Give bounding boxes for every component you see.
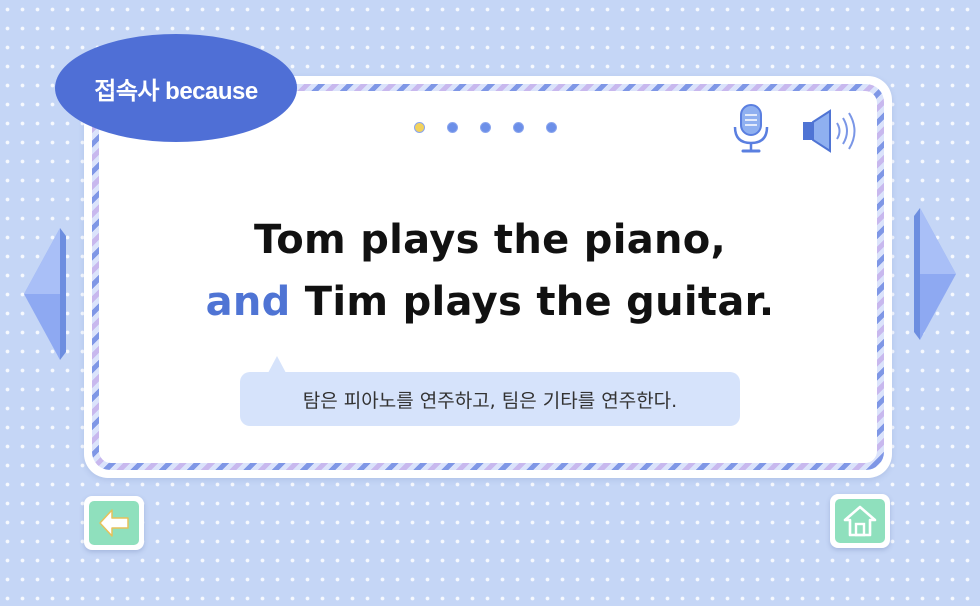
sentence-second-clause: Tim plays the guitar. bbox=[290, 279, 775, 325]
home-button[interactable] bbox=[830, 494, 890, 548]
conjunction-word: and bbox=[205, 279, 291, 325]
chevron-right-icon bbox=[914, 208, 956, 340]
back-button-face bbox=[89, 501, 139, 545]
home-button-face bbox=[835, 499, 885, 543]
previous-page-button[interactable] bbox=[20, 226, 68, 362]
sentence-line-2: and Tim plays the guitar. bbox=[150, 279, 830, 325]
translation-bubble-tail bbox=[268, 356, 286, 373]
arrow-left-icon bbox=[99, 509, 129, 537]
home-icon bbox=[843, 505, 877, 537]
back-button[interactable] bbox=[84, 496, 144, 550]
sentence-line-1: Tom plays the piano, bbox=[150, 217, 830, 263]
translation-text: 탐은 피아노를 연주하고, 팀은 기타를 연주한다. bbox=[302, 389, 678, 412]
topic-badge: 접속사 because bbox=[55, 34, 297, 142]
translation-bubble: 탐은 피아노를 연주하고, 팀은 기타를 연주한다. bbox=[240, 372, 740, 426]
progress-dot-4[interactable] bbox=[513, 122, 524, 133]
next-page-button[interactable] bbox=[912, 206, 960, 342]
topic-badge-label: 접속사 because bbox=[94, 77, 258, 105]
speaker-icon[interactable] bbox=[800, 108, 862, 154]
chevron-left-icon bbox=[24, 228, 66, 360]
progress-dot-1[interactable] bbox=[414, 122, 425, 133]
progress-dot-5[interactable] bbox=[546, 122, 557, 133]
progress-dots bbox=[414, 122, 557, 133]
sentence-first-clause: Tom plays the piano, bbox=[253, 217, 727, 263]
progress-dot-3[interactable] bbox=[480, 122, 491, 133]
progress-dot-2[interactable] bbox=[447, 122, 458, 133]
microphone-icon[interactable] bbox=[730, 103, 772, 155]
